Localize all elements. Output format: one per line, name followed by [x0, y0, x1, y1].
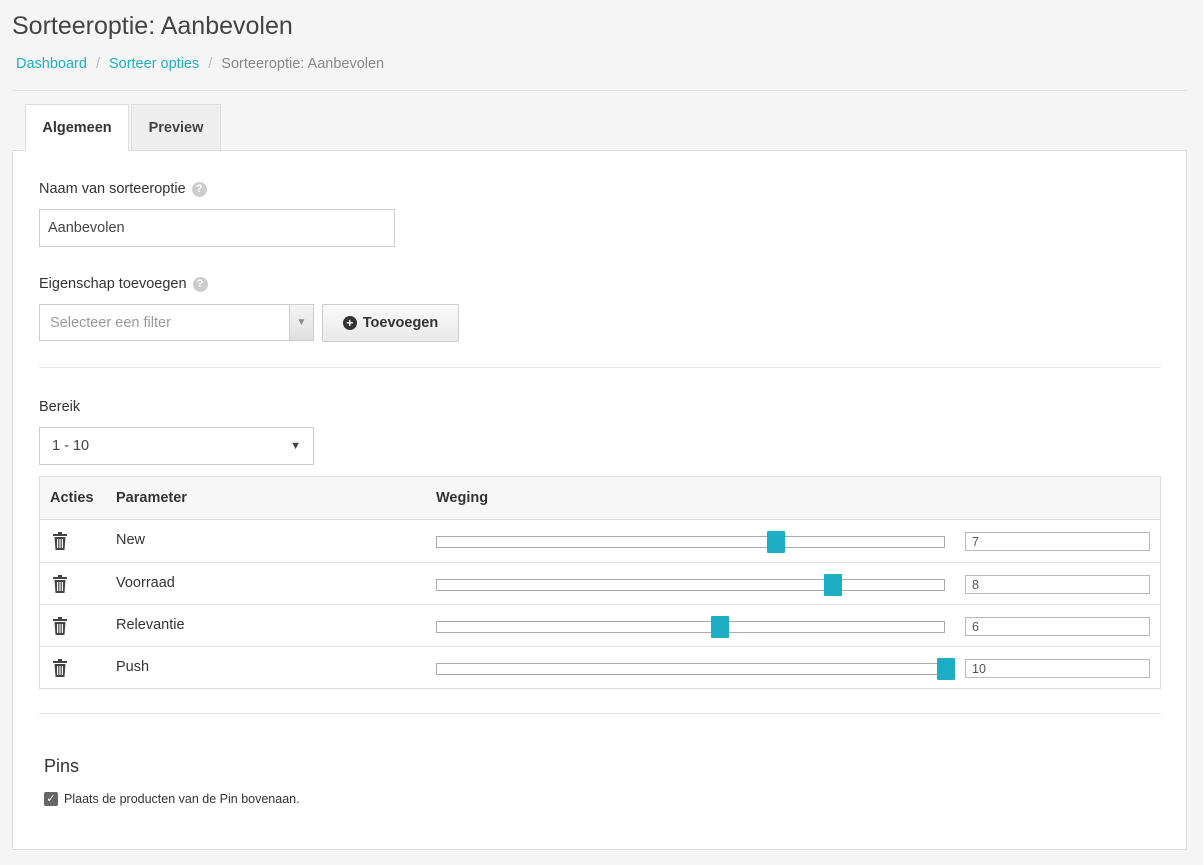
- tab-preview[interactable]: Preview: [131, 104, 221, 151]
- breadcrumb-sort-options-link[interactable]: Sorteer opties: [109, 56, 199, 72]
- weight-slider[interactable]: [436, 616, 945, 638]
- table-row: New: [40, 520, 1160, 562]
- trash-icon[interactable]: [52, 659, 68, 677]
- weight-value-input[interactable]: [965, 532, 1150, 551]
- range-select[interactable]: 1 - 10 ▼: [39, 427, 314, 465]
- name-label-text: Naam van sorteeroptie: [39, 181, 186, 197]
- table-row: Push: [40, 646, 1160, 688]
- slider-handle[interactable]: [937, 658, 955, 680]
- pins-title: Pins: [44, 756, 80, 776]
- weight-slider[interactable]: [436, 658, 955, 680]
- add-property-button[interactable]: + Toevoegen: [322, 304, 459, 342]
- range-label: Bereik: [39, 399, 81, 415]
- name-input[interactable]: [39, 209, 395, 247]
- table-header: Acties Parameter Weging: [40, 477, 1160, 520]
- caret-down-icon: ▼: [290, 440, 301, 452]
- trash-icon[interactable]: [52, 617, 68, 635]
- breadcrumb-dashboard-link[interactable]: Dashboard: [16, 56, 87, 72]
- header-divider: [12, 90, 1187, 91]
- weight-value-input[interactable]: [965, 617, 1150, 636]
- header-parameter: Parameter: [116, 490, 187, 506]
- parameter-name: Relevantie: [116, 617, 185, 633]
- breadcrumb: Dashboard / Sorteer opties / Sorteeropti…: [16, 56, 384, 72]
- table-row: Voorraad: [40, 562, 1160, 604]
- slider-handle[interactable]: [767, 531, 785, 553]
- tab-algemeen[interactable]: Algemeen: [25, 104, 129, 151]
- range-select-value: 1 - 10: [52, 438, 90, 454]
- caret-down-icon[interactable]: ▼: [289, 305, 313, 340]
- weights-table: Acties Parameter Weging New Voorraad Relev…: [39, 476, 1161, 689]
- parameter-name: New: [116, 532, 146, 548]
- add-property-button-label: Toevoegen: [362, 315, 439, 331]
- page-title: Sorteeroptie: Aanbevolen: [12, 12, 293, 40]
- slider-handle[interactable]: [824, 574, 842, 596]
- plus-circle-icon: +: [342, 316, 357, 330]
- section-divider: [39, 713, 1161, 714]
- checkbox-pin-top[interactable]: ✓: [44, 792, 58, 806]
- weight-value-input[interactable]: [965, 575, 1150, 594]
- property-label-text: Eigenschap toevoegen: [39, 276, 187, 292]
- weight-slider[interactable]: [436, 531, 945, 553]
- help-icon[interactable]: ?: [192, 276, 208, 292]
- general-panel: Naam van sorteeroptie ? Eigenschap toevo…: [12, 150, 1187, 850]
- weight-slider[interactable]: [436, 574, 945, 596]
- parameter-name: Push: [116, 659, 150, 675]
- section-divider: [39, 367, 1161, 368]
- header-actions: Acties: [50, 490, 94, 506]
- name-label: Naam van sorteeroptie ?: [39, 181, 207, 197]
- header-weight: Weging: [436, 490, 489, 506]
- filter-select[interactable]: Selecteer een filter ▼: [39, 304, 314, 341]
- trash-icon[interactable]: [52, 532, 68, 550]
- pins-checkbox-label: Plaats de producten van de Pin bovenaan.: [64, 792, 300, 806]
- filter-select-placeholder: Selecteer een filter: [50, 314, 171, 331]
- breadcrumb-separator: /: [95, 56, 100, 72]
- table-row: Relevantie: [40, 604, 1160, 646]
- breadcrumb-current: Sorteeroptie: Aanbevolen: [221, 56, 385, 72]
- parameter-name: Voorraad: [116, 575, 175, 591]
- pins-checkbox-row[interactable]: ✓ Plaats de producten van de Pin bovenaa…: [44, 792, 300, 806]
- breadcrumb-separator: /: [208, 56, 213, 72]
- trash-icon[interactable]: [52, 575, 68, 593]
- property-label: Eigenschap toevoegen ?: [39, 276, 208, 292]
- slider-handle[interactable]: [711, 616, 729, 638]
- weight-value-input[interactable]: [965, 659, 1150, 678]
- help-icon[interactable]: ?: [191, 181, 207, 197]
